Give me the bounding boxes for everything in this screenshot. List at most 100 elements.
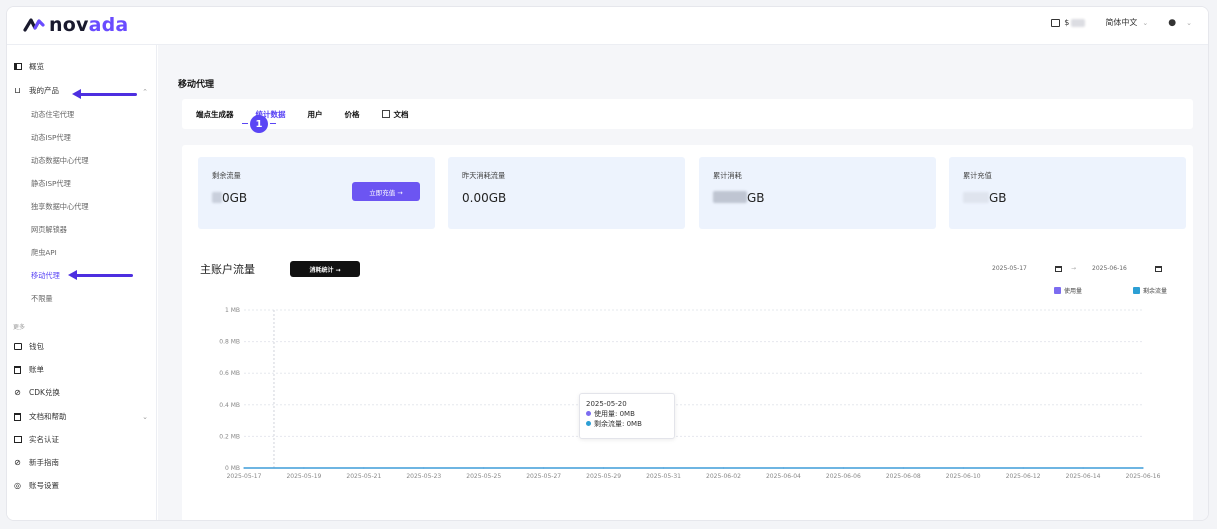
sidebar-subitem[interactable]: 动态数据中心代理: [31, 156, 89, 166]
sidebar: 概览 ⊔ 我的产品 ⌃ 动态住宅代理 动态ISP代理 动态数据中心代理 静态IS…: [7, 45, 157, 520]
layout-icon: [13, 62, 22, 71]
sidebar-item-overview[interactable]: 概览: [13, 61, 44, 72]
sidebar-item-wallet[interactable]: 钱包: [13, 341, 44, 352]
chevron-down-icon: ⌄: [1186, 18, 1192, 27]
tab-pricing[interactable]: 价格: [345, 109, 360, 120]
stat-value: GB: [963, 191, 1007, 205]
balance-widget[interactable]: $: [1051, 18, 1086, 27]
data-point: [303, 467, 305, 469]
x-tick-label: 2025-06-08: [886, 473, 921, 480]
data-point: [662, 467, 665, 469]
language-label: 简体中文: [1105, 18, 1138, 27]
sidebar-item-label: 账号设置: [29, 481, 59, 490]
language-selector[interactable]: 简体中文 ⌄: [1105, 17, 1148, 28]
stat-card-total-used: 累计消耗 GB: [699, 157, 936, 229]
sidebar-item-label: 新手指南: [29, 458, 59, 467]
tab-docs[interactable]: 文档: [381, 109, 409, 120]
data-point: [243, 467, 245, 469]
tab-docs-label: 文档: [393, 109, 409, 119]
sidebar-subitem[interactable]: 独享数据中心代理: [31, 202, 89, 212]
chart-title: 主账户流量: [200, 263, 255, 276]
top-bar: novada $ 简体中文 ⌄ ● ⌄: [7, 7, 1208, 45]
tab-users[interactable]: 用户: [308, 109, 323, 120]
tooltip-row-remaining: 剩余流量: 0MB: [586, 419, 668, 429]
stats-panel: 剩余流量 0GB 立即充值 → 昨天消耗流量 0.00GB 累计消耗 GB 累计…: [182, 145, 1193, 520]
sidebar-subitem[interactable]: 不限量: [31, 294, 53, 304]
legend-label: 使用量: [1064, 288, 1083, 295]
y-tick-label: 0 MB: [225, 465, 240, 472]
sidebar-item-cdk[interactable]: ⊘ CDK兑换: [13, 387, 60, 398]
data-point: [1082, 467, 1084, 469]
chevron-down-icon: ⌄: [1142, 18, 1149, 27]
data-point: [483, 467, 485, 469]
date-from-value: 2025-05-17: [992, 265, 1027, 272]
data-point: [543, 467, 545, 469]
chevron-down-icon[interactable]: ⌄: [142, 413, 148, 421]
sidebar-item-docs[interactable]: 文档和帮助: [13, 411, 67, 422]
data-point: [1142, 467, 1144, 469]
wallet-icon: [1051, 18, 1061, 27]
data-point: [363, 467, 365, 469]
stat-card-total-recharged: 累计充值 GB: [949, 157, 1186, 229]
sidebar-item-label: 文档和帮助: [29, 412, 67, 421]
sidebar-item-label: 概览: [29, 62, 44, 71]
legend-swatch: [1133, 287, 1140, 294]
badge-line: [242, 123, 248, 124]
sidebar-group-label: 更多: [13, 324, 26, 331]
annotation-arrow: [72, 89, 137, 99]
sidebar-item-label: CDK兑换: [29, 388, 60, 397]
tooltip-row-used: 使用量: 0MB: [586, 409, 668, 419]
data-point: [722, 467, 725, 469]
usage-stats-button[interactable]: 消耗统计 →: [290, 261, 360, 277]
sidebar-item-label: 实名认证: [29, 435, 59, 444]
sidebar-subitem-mobile-proxy[interactable]: 移动代理: [31, 271, 60, 281]
x-tick-label: 2025-06-12: [1006, 473, 1041, 480]
date-to-input[interactable]: 2025-06-16: [1092, 261, 1162, 276]
blurred-value: [963, 192, 989, 203]
x-tick-label: 2025-06-02: [706, 473, 741, 480]
date-from-input[interactable]: 2025-05-17: [992, 261, 1062, 276]
exchange-icon: ⊘: [14, 388, 21, 397]
app-frame: novada $ 简体中文 ⌄ ● ⌄ 概览 ⊔ 我的产品 ⌃ 动态住宅代理 动…: [6, 6, 1209, 521]
x-tick-label: 2025-05-17: [227, 473, 262, 480]
y-tick-label: 0.6 MB: [219, 370, 240, 377]
user-menu[interactable]: ● ⌄: [1168, 18, 1192, 28]
legend-item-remaining[interactable]: 剩余流量: [1133, 286, 1167, 295]
sidebar-item-verification[interactable]: 实名认证: [13, 434, 59, 445]
sidebar-subitem[interactable]: 动态ISP代理: [31, 133, 71, 143]
y-tick-label: 0.2 MB: [219, 433, 240, 440]
stat-value: 0.00GB: [462, 191, 507, 205]
x-tick-label: 2025-05-19: [286, 473, 321, 480]
traffic-line-chart[interactable]: 0 MB 0.2 MB 0.4 MB 0.6 MB 0.8 MB 1 MB 2025-05-…: [182, 295, 1193, 485]
stat-label: 剩余流量: [212, 171, 241, 180]
chevron-up-icon[interactable]: ⌃: [142, 88, 148, 96]
sidebar-item-label: 账单: [29, 365, 44, 374]
sidebar-item-my-products[interactable]: ⊔ 我的产品: [13, 85, 59, 96]
sidebar-item-account-settings[interactable]: ◎ 账号设置: [13, 480, 59, 491]
sidebar-item-guide[interactable]: ⊘ 新手指南: [13, 457, 59, 468]
sidebar-subitem[interactable]: 爬虫API: [31, 248, 57, 258]
sidebar-subitem[interactable]: 网页解锁器: [31, 225, 67, 235]
x-tick-label: 2025-06-16: [1126, 473, 1161, 480]
sidebar-subitem[interactable]: 静态ISP代理: [31, 179, 71, 189]
recharge-button[interactable]: 立即充值 →: [352, 182, 420, 201]
data-point: [1022, 467, 1024, 469]
sidebar-item-label: 钱包: [29, 342, 44, 351]
data-point: [423, 467, 425, 469]
blurred-value: [713, 191, 747, 203]
date-to-value: 2025-06-16: [1092, 265, 1127, 272]
legend-item-used[interactable]: 使用量: [1054, 286, 1082, 295]
legend-label: 剩余流量: [1143, 288, 1168, 295]
step-badge: 1: [250, 115, 268, 133]
tab-endpoint-generator[interactable]: 端点生成器: [196, 109, 234, 120]
wallet-icon: [13, 342, 22, 351]
data-point: [842, 467, 844, 469]
bill-icon: [13, 365, 22, 374]
logo[interactable]: novada: [23, 13, 128, 37]
settings-icon: ◎: [14, 481, 21, 490]
sidebar-subitem[interactable]: 动态住宅代理: [31, 110, 74, 120]
date-separator: →: [1071, 265, 1077, 272]
user-icon: ●: [1168, 17, 1177, 28]
sidebar-item-bill[interactable]: 账单: [13, 364, 44, 375]
annotation-arrow: [68, 270, 133, 280]
